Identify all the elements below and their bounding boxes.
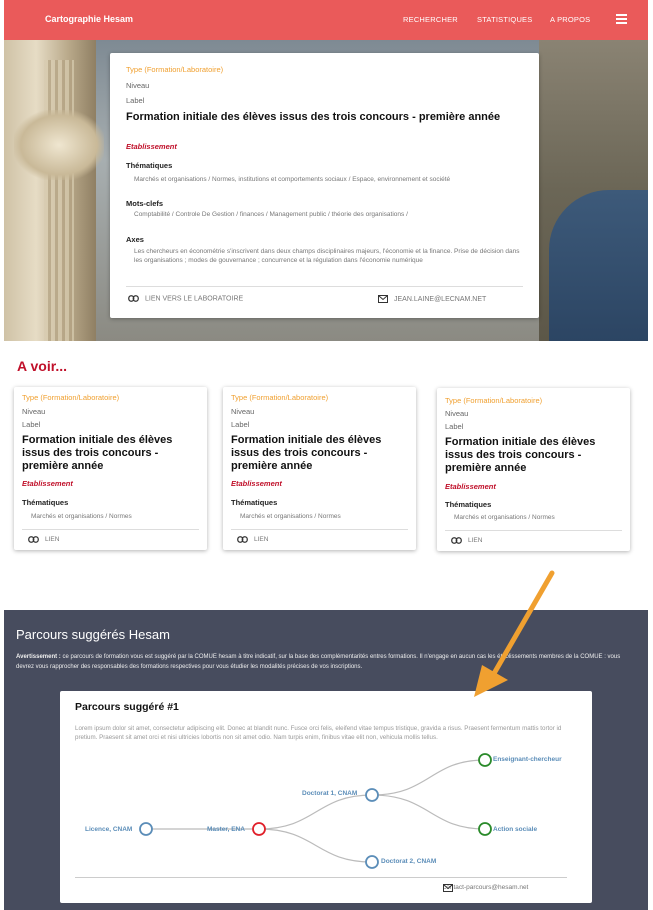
parcours-card: Parcours suggéré #1 Lorem ipsum dolor si… (60, 691, 592, 903)
node-doctorat2[interactable] (365, 855, 379, 869)
parcours-card-divider (75, 877, 567, 878)
nav-statistiques[interactable]: STATISTIQUES (477, 15, 532, 24)
node-action[interactable] (478, 822, 492, 836)
edge-doctorat1-action (371, 794, 486, 830)
thematiques-text: Marchés et organisations / Normes (240, 513, 341, 520)
card-link-label: LIEN (468, 537, 483, 545)
card-title: Formation initiale des élèves issus des … (126, 111, 501, 123)
page: Cartographie Hesam RECHERCHER STATISTIQU… (4, 0, 648, 910)
card-label: Label (445, 422, 464, 431)
link-icon (451, 537, 462, 544)
node-doctorat2-label: Doctorat 2, CNAM (381, 858, 436, 865)
thematiques-heading: Thématiques (445, 500, 492, 509)
node-doctorat1-label: Doctorat 1, CNAM (302, 790, 357, 797)
card-etablissement: Etablissement (22, 479, 73, 488)
card-label: Label (126, 96, 145, 105)
card-link[interactable]: LIEN (451, 537, 482, 544)
card-link[interactable]: LIEN (237, 536, 268, 543)
parcours-heading: Parcours suggérés Hesam (16, 627, 170, 642)
card-type: Type (Formation/Laboratoire) (445, 396, 543, 405)
card-title: Formation initiale des élèves issus des … (231, 434, 382, 472)
email-link[interactable]: JEAN.LAINE@LECNAM.NET (378, 295, 486, 303)
hero-column-flutes (44, 60, 74, 341)
mail-icon (378, 295, 388, 303)
edge-master-doctorat1 (258, 794, 373, 830)
nav-rechercher[interactable]: RECHERCHER (403, 15, 458, 24)
node-enseignant[interactable] (478, 753, 492, 767)
card-link-label: LIEN (45, 536, 60, 544)
hamburger-menu-icon[interactable] (616, 14, 627, 24)
link-icon (237, 536, 248, 543)
thematiques-text: Marchés et organisations / Normes (454, 514, 555, 521)
card-divider (22, 529, 199, 530)
node-master[interactable] (252, 822, 266, 836)
thematiques-text: Marchés et organisations / Normes, insti… (134, 176, 451, 183)
edge-doctorat1-enseignant (371, 759, 486, 796)
node-licence[interactable] (139, 822, 153, 836)
node-licence-label: Licence, CNAM (85, 826, 132, 833)
link-icon (28, 536, 39, 543)
nav-a-propos[interactable]: A PROPOS (550, 15, 590, 24)
card-type: Type (Formation/Laboratoire) (231, 393, 329, 402)
annotation-arrow-icon (474, 570, 555, 697)
card-type: Type (Formation/Laboratoire) (22, 393, 120, 402)
lab-link[interactable]: LIEN VERS LE LABORATOIRE (128, 295, 243, 302)
card-etablissement: Etablissement (126, 142, 177, 151)
card-divider (445, 530, 622, 531)
card-type: Type (Formation/Laboratoire) (126, 65, 224, 74)
card-niveau: Niveau (445, 409, 469, 418)
parcours-contact-label: contact-parcours@hesam.net (443, 884, 529, 891)
warning-label: Avertissement : (16, 654, 61, 660)
card-niveau: Niveau (126, 81, 150, 90)
card-title: Formation initiale des élèves issus des … (445, 436, 596, 474)
related-card[interactable]: Type (Formation/Laboratoire) Niveau Labe… (223, 387, 416, 550)
node-action-label: Action sociale (493, 826, 537, 833)
email-label: JEAN.LAINE@LECNAM.NET (394, 295, 487, 303)
lab-link-label: LIEN VERS LE LABORATOIRE (145, 295, 244, 303)
navbar: Cartographie Hesam RECHERCHER STATISTIQU… (4, 0, 648, 40)
card-niveau: Niveau (231, 407, 255, 416)
edge-master-doctorat2 (258, 828, 373, 863)
node-doctorat1[interactable] (365, 788, 379, 802)
card-etablissement: Etablissement (445, 482, 496, 491)
parcours-contact-link[interactable]: contact-parcours@hesam.net (443, 884, 529, 892)
related-card[interactable]: Type (Formation/Laboratoire) Niveau Labe… (14, 387, 207, 550)
card-link[interactable]: LIEN (28, 536, 59, 543)
card-link-label: LIEN (254, 536, 269, 544)
card-title: Formation initiale des élèves issus des … (22, 434, 173, 472)
parcours-graph: Licence, CNAM Master, ENA Doctorat 1, CN… (85, 753, 562, 869)
card-niveau: Niveau (22, 407, 46, 416)
node-master-label: Master, ENA (207, 826, 245, 833)
node-enseignant-label: Enseignant-chercheur (493, 756, 562, 763)
hero-arch (549, 190, 648, 341)
card-divider (126, 286, 523, 287)
card-divider (231, 529, 408, 530)
brand-title[interactable]: Cartographie Hesam (45, 14, 133, 24)
thematiques-text: Marchés et organisations / Normes (31, 513, 132, 520)
axes-text: Les chercheurs en économétrie s'inscrive… (134, 248, 520, 264)
thematiques-heading: Thématiques (126, 161, 173, 170)
link-icon (128, 295, 139, 302)
card-label: Label (22, 420, 41, 429)
card-etablissement: Etablissement (231, 479, 282, 488)
axes-heading: Axes (126, 235, 144, 244)
card-label: Label (231, 420, 250, 429)
formation-detail-card: Type (Formation/Laboratoire) Niveau Labe… (110, 53, 539, 318)
a-voir-heading: A voir... (17, 358, 68, 374)
thematiques-heading: Thématiques (22, 498, 69, 507)
thematiques-heading: Thématiques (231, 498, 278, 507)
motscles-heading: Mots-clefs (126, 199, 164, 208)
motscles-text: Comptabilité / Controle De Gestion / fin… (134, 211, 408, 218)
mail-icon (443, 884, 453, 892)
related-card[interactable]: Type (Formation/Laboratoire) Niveau Labe… (437, 388, 630, 551)
hero-capital (14, 110, 104, 180)
